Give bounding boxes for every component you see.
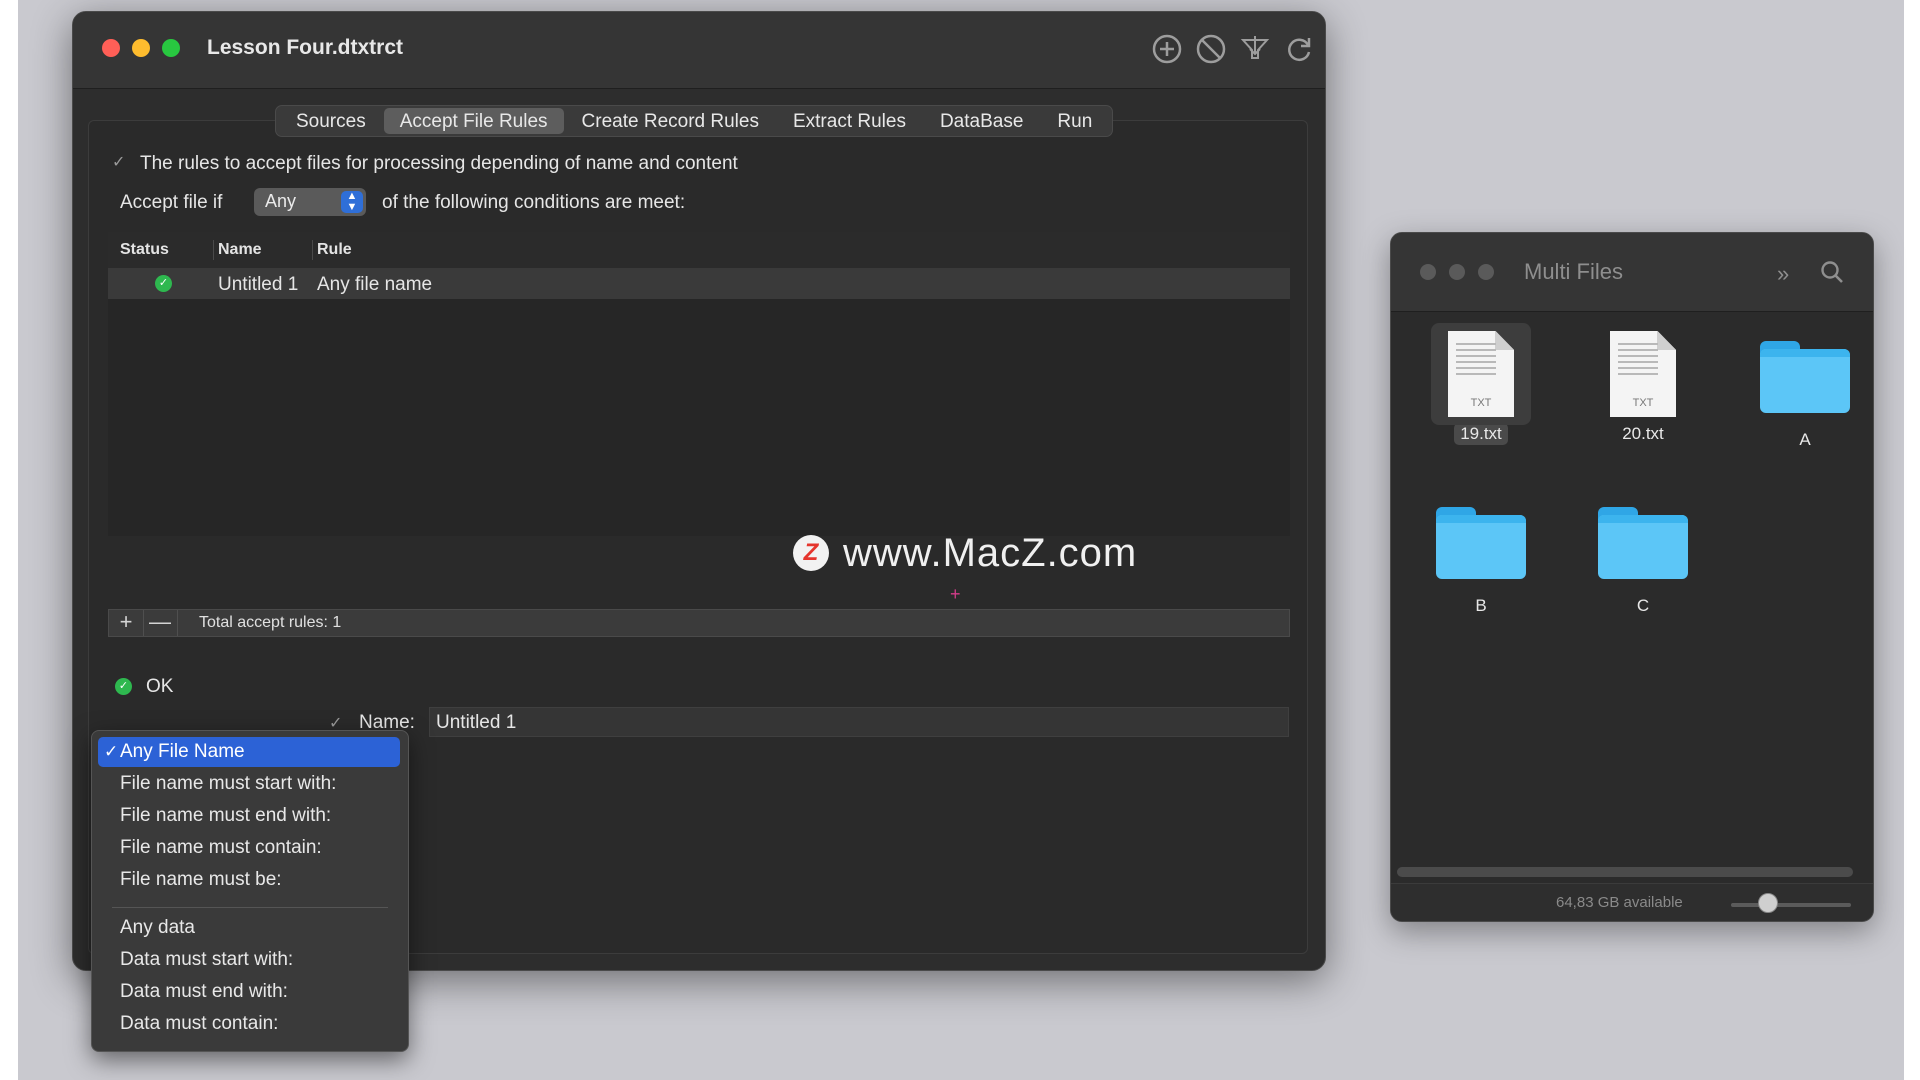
finder-title: Multi Files xyxy=(1524,259,1624,284)
column-status[interactable]: Status xyxy=(120,241,169,259)
finder-close-button[interactable] xyxy=(1420,264,1436,280)
txt-file-icon: TXT xyxy=(1610,331,1676,417)
tab-database[interactable]: DataBase xyxy=(924,108,1039,134)
close-window-button[interactable] xyxy=(102,39,120,57)
folder-name-label: B xyxy=(1475,596,1487,615)
description-text: The rules to accept files for processing… xyxy=(140,153,738,174)
menu-item-file-name-start[interactable]: File name must start with: xyxy=(98,769,400,799)
window-title: Lesson Four.dtxtrct xyxy=(207,36,404,59)
accept-mode-popup[interactable]: Any ▲ ▼ xyxy=(254,188,366,216)
refresh-icon[interactable] xyxy=(1282,32,1316,66)
rules-table: Status Name Rule ✓ Untitled 1 Any file n… xyxy=(108,232,1290,536)
prohibit-icon[interactable] xyxy=(1194,32,1228,66)
menu-item-file-name-be[interactable]: File name must be: xyxy=(98,865,400,895)
finder-window: Multi Files » TXT 19.txt TXT 20.txt A B xyxy=(1390,232,1874,922)
icon-size-slider-knob[interactable] xyxy=(1758,893,1778,913)
menu-item-data-start[interactable]: Data must start with: xyxy=(98,945,400,975)
menu-item-file-name-contain[interactable]: File name must contain: xyxy=(98,833,400,863)
tab-bar: Sources Accept File Rules Create Record … xyxy=(275,105,1114,137)
folder-item-c[interactable]: C xyxy=(1583,507,1703,617)
chevron-double-right-icon[interactable]: » xyxy=(1777,261,1789,287)
menu-item-any-data[interactable]: Any data xyxy=(98,913,400,943)
validation-status: OK xyxy=(146,676,174,697)
cursor-crosshair-icon: + xyxy=(950,584,961,604)
total-rules-label: Total accept rules: 1 xyxy=(199,614,342,631)
name-field-value: Untitled 1 xyxy=(436,712,517,733)
finder-status-bar: 64,83 GB available xyxy=(1391,883,1873,921)
finder-minimize-button[interactable] xyxy=(1449,264,1465,280)
folder-icon xyxy=(1598,507,1688,579)
column-name[interactable]: Name xyxy=(218,241,262,259)
row-rule: Any file name xyxy=(317,274,433,295)
accept-mode-value: Any xyxy=(265,191,297,211)
accept-suffix-label: of the following conditions are meet: xyxy=(382,192,686,213)
add-rule-button[interactable]: + xyxy=(109,610,144,636)
icon-size-slider[interactable] xyxy=(1731,903,1851,907)
row-name: Untitled 1 xyxy=(218,274,299,295)
remove-rule-button[interactable]: — xyxy=(143,610,178,636)
checkmark-icon: ✓ xyxy=(112,154,126,171)
watermark: Z www.MacZ.com xyxy=(793,530,1137,576)
file-name-label: 20.txt xyxy=(1622,424,1664,443)
search-icon[interactable] xyxy=(1819,259,1845,285)
name-field[interactable]: Untitled 1 xyxy=(429,707,1289,737)
tab-accept-file-rules[interactable]: Accept File Rules xyxy=(383,108,564,134)
folder-item-b[interactable]: B xyxy=(1421,507,1541,617)
watermark-logo: Z xyxy=(793,535,829,571)
tab-create-record-rules[interactable]: Create Record Rules xyxy=(566,108,775,134)
menu-item-file-name-end[interactable]: File name must end with: xyxy=(98,801,400,831)
column-rule[interactable]: Rule xyxy=(317,241,352,259)
tab-sources[interactable]: Sources xyxy=(280,108,382,134)
table-footer: + — Total accept rules: 1 xyxy=(108,609,1290,637)
menu-separator xyxy=(112,907,388,908)
finder-zoom-button[interactable] xyxy=(1478,264,1494,280)
rule-type-menu: ✓ Any File Name File name must start wit… xyxy=(91,730,409,1052)
horizontal-scrollbar[interactable] xyxy=(1397,867,1853,877)
minimize-window-button[interactable] xyxy=(132,39,150,57)
tab-run[interactable]: Run xyxy=(1041,108,1108,134)
folder-icon xyxy=(1760,341,1850,413)
folder-item-a[interactable]: A xyxy=(1745,341,1865,451)
accept-prefix-label: Accept file if xyxy=(120,192,223,213)
updown-chevron-icon: ▲ ▼ xyxy=(341,191,363,213)
menu-item-any-file-name[interactable]: ✓ Any File Name xyxy=(98,737,400,767)
menu-item-data-contain[interactable]: Data must contain: xyxy=(98,1009,400,1039)
folder-name-label: A xyxy=(1799,430,1811,449)
file-name-label: 19.txt xyxy=(1454,423,1508,445)
watermark-text: www.MacZ.com xyxy=(843,530,1138,575)
folder-name-label: C xyxy=(1636,596,1650,615)
finder-title-bar: Multi Files » xyxy=(1391,233,1873,312)
funnel-download-icon[interactable] xyxy=(1238,32,1272,66)
table-header: Status Name Rule xyxy=(108,232,1290,269)
title-bar: Lesson Four.dtxtrct xyxy=(73,12,1325,89)
selected-check-icon: ✓ xyxy=(104,742,119,761)
available-space-label: 64,83 GB available xyxy=(1556,894,1683,911)
status-ok-icon: ✓ xyxy=(155,275,172,292)
add-circle-icon[interactable] xyxy=(1150,32,1184,66)
folder-icon xyxy=(1436,507,1526,579)
txt-file-icon: TXT xyxy=(1448,331,1514,417)
validation-ok-icon: ✓ xyxy=(115,678,132,695)
zoom-window-button[interactable] xyxy=(162,39,180,57)
menu-item-data-end[interactable]: Data must end with: xyxy=(98,977,400,1007)
file-item-19-txt[interactable]: TXT 19.txt xyxy=(1421,323,1541,445)
table-row[interactable]: ✓ Untitled 1 Any file name xyxy=(108,269,1290,299)
tab-extract-rules[interactable]: Extract Rules xyxy=(777,108,922,134)
file-item-20-txt[interactable]: TXT 20.txt xyxy=(1583,331,1703,445)
